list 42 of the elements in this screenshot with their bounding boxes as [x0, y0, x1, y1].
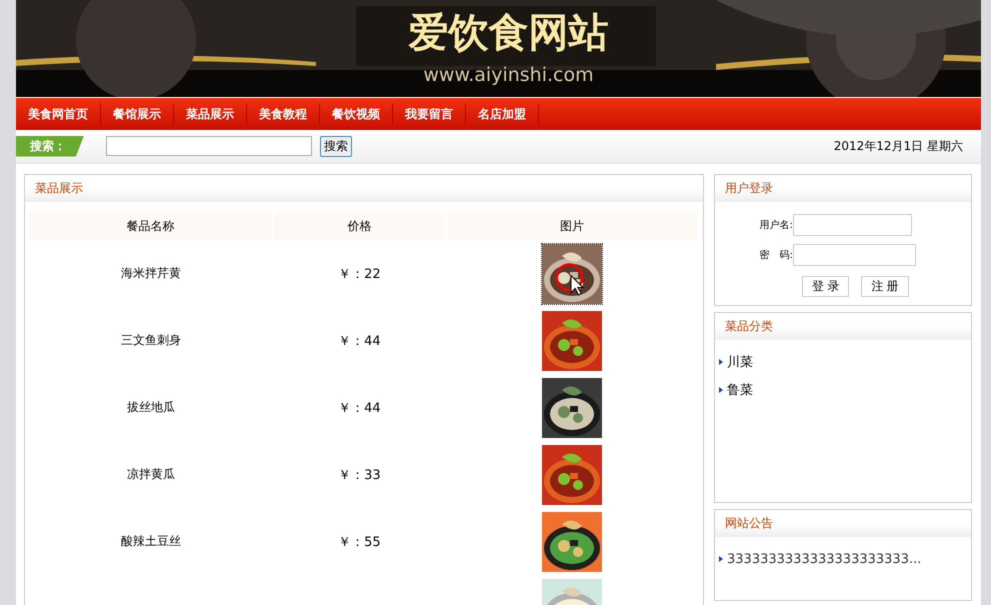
nav-link[interactable]: 美食教程	[247, 103, 320, 125]
dish-price: ￥：44	[338, 334, 381, 348]
dish-name: 海米拌芹黄	[120, 266, 181, 280]
password-field[interactable]	[793, 244, 916, 266]
site-title: 爱饮食网站	[408, 8, 608, 58]
panel-title: 网站公告	[725, 515, 773, 532]
nav-link[interactable]: 我要留言	[393, 103, 466, 125]
form-button[interactable]: 登 录	[802, 276, 850, 297]
column-header: 图片	[446, 212, 698, 240]
nav-link[interactable]: 餐馆展示	[101, 103, 174, 125]
password-label: 密 码:	[758, 248, 793, 262]
site-url: www.aiyinshi.com	[423, 64, 594, 86]
dish-name: 凉拌黄瓜	[126, 467, 175, 481]
dish-price: ￥：55	[338, 534, 381, 550]
notice-link[interactable]: 3333333333333333333333...	[727, 552, 922, 566]
date-text: 2012年12月1日 星期六	[834, 138, 963, 154]
dish-price: ￥：44	[338, 400, 381, 416]
username-label: 用户名:	[758, 218, 793, 232]
nav-link[interactable]: 菜品展示	[174, 103, 247, 125]
nav-link[interactable]: 美食网首页	[16, 103, 101, 125]
nav-link[interactable]: 名店加盟	[466, 103, 539, 125]
category-link[interactable]: 川菜	[727, 353, 753, 371]
dish-price: ￥：33	[338, 468, 381, 482]
search-button[interactable]: 搜索	[320, 136, 352, 156]
column-header: 餐品名称	[29, 212, 273, 240]
bullet-icon	[719, 556, 723, 562]
panel-title: 菜品分类	[725, 318, 773, 335]
panel-title: 用户登录	[725, 180, 773, 197]
search-field[interactable]	[106, 136, 312, 156]
form-button[interactable]: 注 册	[861, 276, 909, 297]
column-header: 价格	[272, 212, 446, 240]
category-link[interactable]: 鲁菜	[727, 381, 753, 399]
username-field[interactable]	[793, 214, 912, 236]
bullet-icon	[719, 359, 723, 365]
dish-price: ￥：22	[338, 266, 381, 282]
dish-name: 拔丝地瓜	[126, 400, 175, 414]
search-label: 搜索：	[16, 136, 84, 156]
panel-title: 菜品展示	[35, 180, 83, 197]
dish-name: 三文鱼刺身	[120, 333, 181, 347]
nav-link[interactable]: 餐饮视频	[320, 103, 393, 125]
bullet-icon	[719, 387, 723, 393]
dish-name: 酸辣土豆丝	[120, 534, 181, 548]
